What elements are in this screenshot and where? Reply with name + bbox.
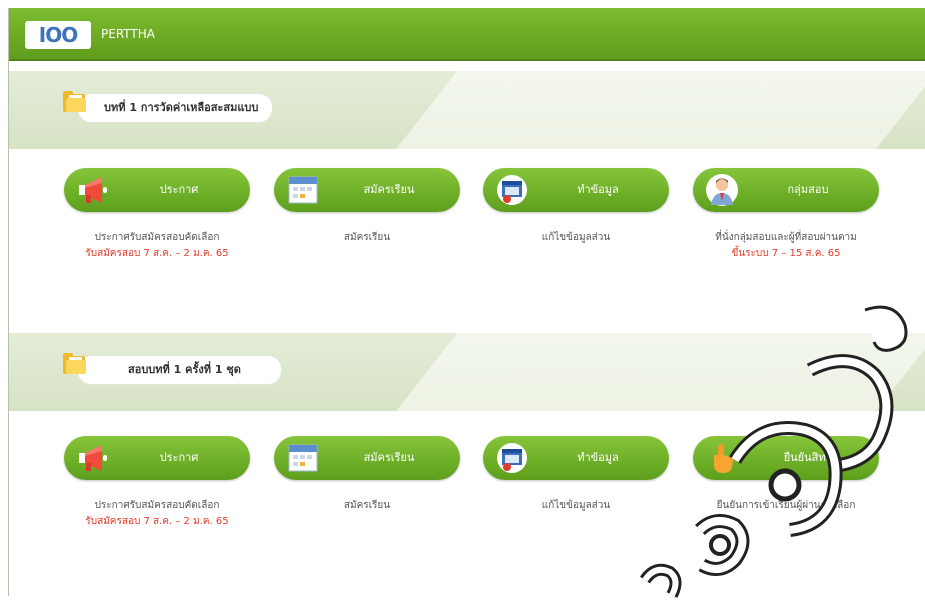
- card-edit-info-1: ทำข้อมูล แก้ไขข้อมูลส่วน: [483, 168, 669, 246]
- edit-info-button[interactable]: ทำข้อมูล: [483, 436, 669, 480]
- edit-info-button-label: ทำข้อมูล: [577, 451, 619, 464]
- announcement-button-label: ประกาศ: [159, 451, 199, 464]
- section-2-header: สอบบทที่ 1 ครั้งที่ 1 ชุด: [9, 333, 925, 411]
- exam-group-button[interactable]: กลุ่มสอบ: [693, 168, 879, 212]
- card-description: แก้ไขข้อมูลส่วน: [541, 232, 611, 243]
- confirm-button[interactable]: ยืนยันสิทธิ์: [693, 436, 879, 480]
- register-button[interactable]: สมัครเรียน: [274, 168, 460, 212]
- card-announcement-2: ประกาศ ประกาศรับสมัครสอบคัดเลือก รับสมัค…: [64, 436, 250, 530]
- megaphone-icon: [79, 445, 107, 471]
- card-description: ประกาศรับสมัครสอบคัดเลือก: [94, 500, 220, 511]
- person-icon: [706, 174, 738, 206]
- edit-info-button-label: ทำข้อมูล: [577, 183, 619, 196]
- card-announcement-1: ประกาศ ประกาศรับสมัครสอบคัดเลือก รับสมัค…: [64, 168, 250, 262]
- card-description: สมัครเรียน: [343, 500, 391, 511]
- announcement-button-label: ประกาศ: [159, 183, 199, 196]
- browser-icon: [497, 443, 527, 473]
- announcement-button[interactable]: ประกาศ: [64, 168, 250, 212]
- site-logo[interactable]: IOO: [25, 21, 91, 49]
- register-button[interactable]: สมัครเรียน: [274, 436, 460, 480]
- card-date-note: ขึ้นระบบ 7 – 15 ส.ค. 65: [731, 248, 841, 259]
- folder-icon: [63, 91, 87, 113]
- section-1-header: บทที่ 1 การวัดค่าเหลือสะสมแบบ: [9, 71, 925, 149]
- announcement-button[interactable]: ประกาศ: [64, 436, 250, 480]
- card-description: ยืนยันการเข้าเรียนผู้ผ่านคัดเลือก: [716, 500, 856, 511]
- card-description: แก้ไขข้อมูลส่วน: [541, 500, 611, 511]
- megaphone-icon: [79, 177, 107, 203]
- hand-pointer-icon: [714, 444, 733, 473]
- exam-group-button-label: กลุ่มสอบ: [787, 183, 829, 196]
- section-1-title: บทที่ 1 การวัดค่าเหลือสะสมแบบ: [77, 93, 274, 123]
- section-2-title: สอบบทที่ 1 ครั้งที่ 1 ชุด: [77, 355, 282, 385]
- card-register-1: สมัครเรียน สมัครเรียน: [274, 168, 460, 246]
- register-button-label: สมัครเรียน: [363, 451, 415, 464]
- register-button-label: สมัครเรียน: [363, 183, 415, 196]
- edit-info-button[interactable]: ทำข้อมูล: [483, 168, 669, 212]
- calendar-icon: [288, 176, 318, 204]
- top-header-bar: IOO PERTTHA: [9, 8, 925, 61]
- card-edit-info-2: ทำข้อมูล แก้ไขข้อมูลส่วน: [483, 436, 669, 514]
- calendar-icon: [288, 444, 318, 472]
- card-exam-group-1: กลุ่มสอบ ที่นั่งกลุ่มสอบและผู้ที่สอบผ่าน…: [693, 168, 879, 262]
- card-confirm-2: ยืนยันสิทธิ์ ยืนยันการเข้าเรียนผู้ผ่านคั…: [693, 436, 879, 514]
- folder-icon: [63, 353, 87, 375]
- card-date-note: รับสมัครสอบ 7 ส.ค. – 2 ม.ค. 65: [85, 516, 229, 527]
- card-description: ที่นั่งกลุ่มสอบและผู้ที่สอบผ่านตาม: [715, 232, 857, 243]
- card-description: ประกาศรับสมัครสอบคัดเลือก: [94, 232, 220, 243]
- browser-icon: [497, 175, 527, 205]
- site-brand-name: PERTTHA: [101, 27, 155, 41]
- card-register-2: สมัครเรียน สมัครเรียน: [274, 436, 460, 514]
- card-date-note: รับสมัครสอบ 7 ส.ค. – 2 ม.ค. 65: [85, 248, 229, 259]
- page-frame: IOO PERTTHA บทที่ 1 การวัดค่าเหลือสะสมแบ…: [8, 8, 925, 596]
- confirm-button-label: ยืนยันสิทธิ์: [783, 451, 833, 464]
- card-description: สมัครเรียน: [343, 232, 391, 243]
